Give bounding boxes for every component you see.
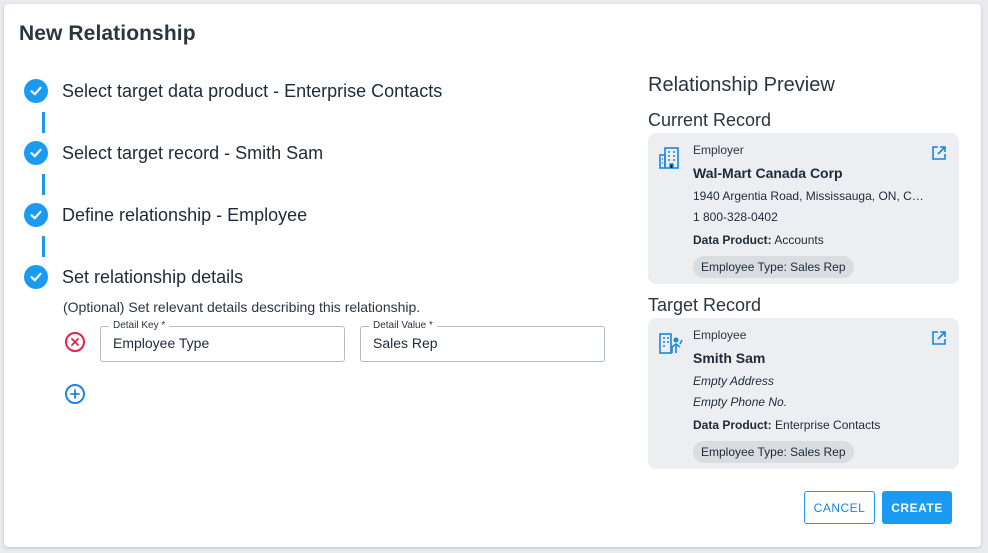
external-link-icon[interactable] (931, 330, 947, 346)
detail-key-label: Detail Key * (109, 319, 170, 333)
add-detail-button[interactable] (65, 384, 85, 404)
record-data-product: Data Product: Accounts (693, 233, 824, 247)
create-button[interactable]: CREATE (882, 491, 952, 524)
detail-value-label: Detail Value * (369, 319, 437, 333)
preview-title: Relationship Preview (648, 74, 835, 96)
check-circle-icon (24, 203, 48, 227)
step-label: Define relationship - Employee (62, 204, 308, 225)
target-record-card: Employee Smith Sam Empty Address Empty P… (648, 318, 959, 469)
detail-key-input[interactable] (113, 335, 336, 351)
step-label: Select target data product - Enterprise … (62, 80, 443, 101)
record-phone: Empty Phone No. (693, 395, 788, 409)
remove-circle-icon (71, 338, 79, 346)
details-helper-text: (Optional) Set relevant details describi… (63, 299, 421, 315)
person-icon (659, 333, 683, 354)
check-circle-icon (24, 141, 48, 165)
step-select-target-record: Select target record - Smith Sam (24, 140, 323, 166)
detail-key-field[interactable]: Detail Key * (100, 319, 345, 362)
step-set-details: Set relationship details (24, 264, 243, 290)
detail-chip: Employee Type: Sales Rep (693, 256, 854, 278)
step-connector (42, 174, 45, 195)
record-name: Smith Sam (693, 350, 766, 366)
check-circle-icon (24, 79, 48, 103)
building-icon (659, 147, 679, 169)
current-record-heading: Current Record (648, 110, 772, 130)
data-product-label: Data Product: (693, 233, 772, 247)
record-type: Employer (693, 143, 744, 157)
record-type: Employee (693, 328, 747, 342)
data-product-label: Data Product: (693, 418, 772, 432)
dialog-title: New Relationship (19, 22, 196, 45)
record-phone: 1 800-328-0402 (693, 210, 778, 224)
detail-value-field[interactable]: Detail Value * (360, 319, 605, 362)
record-address: 1940 Argentia Road, Mississauga, ON, CA,… (693, 189, 925, 203)
record-address: Empty Address (693, 374, 774, 388)
remove-detail-button[interactable] (65, 332, 85, 352)
detail-value-input[interactable] (373, 335, 596, 351)
external-link-icon[interactable] (931, 145, 947, 161)
add-circle-icon (70, 389, 80, 399)
step-select-data-product: Select target data product - Enterprise … (24, 78, 442, 104)
cancel-button[interactable]: CANCEL (804, 491, 875, 524)
record-data-product: Data Product: Enterprise Contacts (693, 418, 880, 432)
record-name: Wal-Mart Canada Corp (693, 165, 843, 181)
current-record-card: Employer Wal-Mart Canada Corp 1940 Argen… (648, 133, 959, 284)
step-label: Set relationship details (62, 266, 244, 287)
data-product-value: Accounts (774, 233, 824, 247)
step-connector (42, 112, 45, 133)
step-define-relationship: Define relationship - Employee (24, 202, 307, 228)
target-record-heading: Target Record (648, 295, 762, 315)
step-connector (42, 236, 45, 257)
detail-chip: Employee Type: Sales Rep (693, 441, 854, 463)
new-relationship-dialog: New Relationship Select target data prod… (4, 4, 981, 547)
step-label: Select target record - Smith Sam (62, 142, 324, 163)
data-product-value: Enterprise Contacts (775, 418, 881, 432)
check-circle-icon (24, 265, 48, 289)
